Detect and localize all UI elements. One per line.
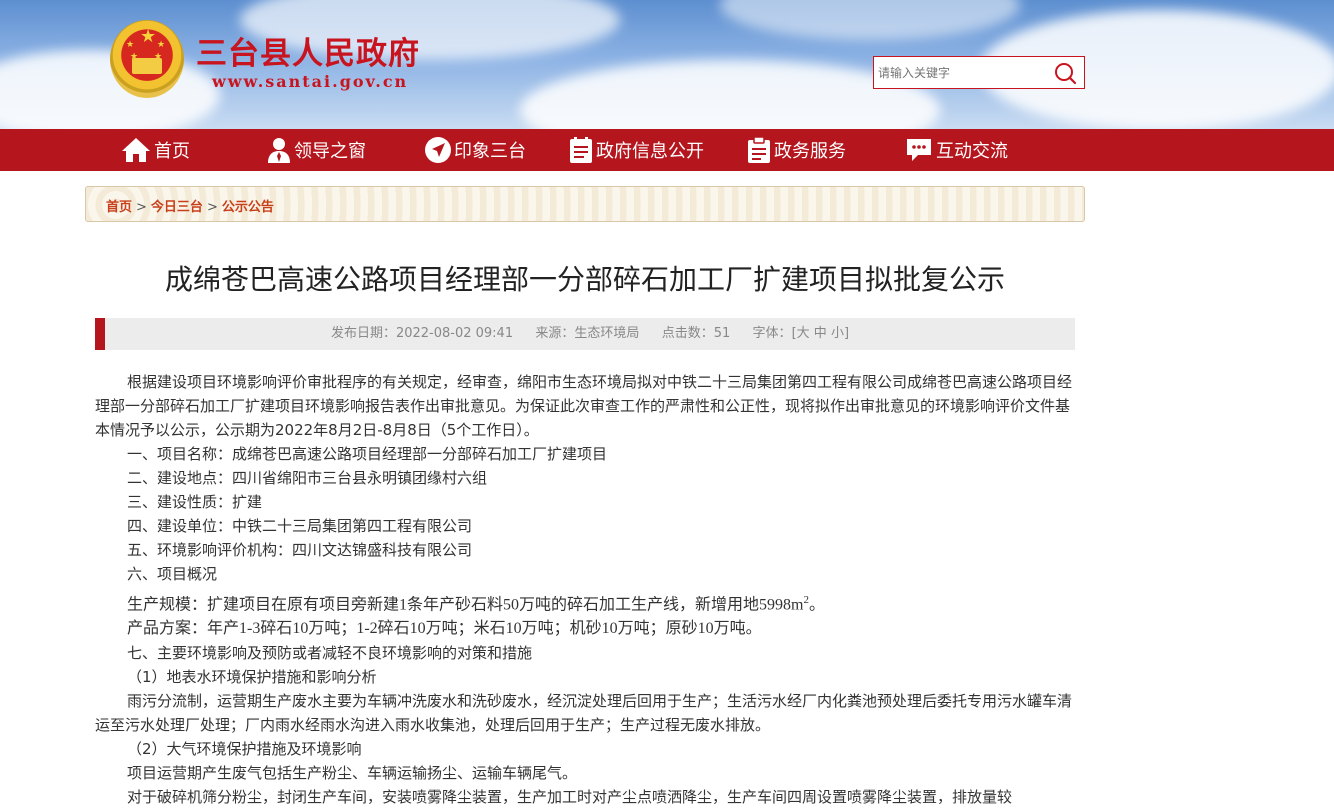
nav-item-services[interactable]: 政务服务: [746, 129, 846, 171]
item-location: 二、建设地点：四川省绵阳市三台县永明镇团缘村六组: [127, 469, 488, 487]
nav-item-label: 领导之窗: [294, 141, 366, 162]
nav-item-interaction[interactable]: 互动交流: [904, 129, 1008, 171]
publish-date: 2022-08-02 09:41: [395, 326, 514, 341]
item-builder: 四、建设单位：中铁二十三局集团第四工程有限公司: [127, 517, 473, 535]
production-scale: 生产规模：扩建项目在原有项目旁新建1条年产砂石料50万吨的碎石加工生产线，新增用…: [95, 588, 1075, 617]
breadcrumb: 首页 > 今日三台 > 公示公告: [85, 186, 1085, 222]
cloud-decoration: [720, 0, 1020, 40]
nav-item-gov-info[interactable]: 政府信息公开: [568, 129, 704, 171]
user-icon: [268, 138, 290, 163]
font-size-medium[interactable]: 中: [814, 326, 827, 341]
breadcrumb-today-link[interactable]: 今日三台: [151, 200, 203, 215]
nav-item-home[interactable]: 首页: [120, 129, 190, 171]
subsection-water-heading: （1）地表水环境保护措施和影响分析: [127, 668, 377, 687]
hits-value: 51: [713, 326, 731, 341]
header-banner: ★ ★ ★ ★ ★ 三台县人民政府 www.santai.gov.cn: [0, 0, 1334, 129]
section-seven-heading: 七、主要环境影响及预防或者减轻不良环境影响的对策和措施: [127, 644, 533, 663]
send-icon: [425, 137, 451, 163]
breadcrumb-home-link[interactable]: 首页: [106, 200, 132, 215]
search-icon: [1055, 63, 1077, 85]
font-size-large[interactable]: 大: [797, 326, 810, 341]
production-scale-text: 生产规模：扩建项目在原有项目旁新建1条年产砂石料50万吨的碎石加工生产线，新增用…: [127, 596, 804, 614]
home-icon: [122, 138, 150, 162]
breadcrumb-trail: 首页 > 今日三台 > 公示公告: [106, 196, 274, 215]
nav-item-leaders[interactable]: 领导之窗: [266, 129, 366, 171]
production-scale-end: 。: [808, 596, 825, 614]
site-title[interactable]: 三台县人民政府: [196, 28, 420, 73]
nav-item-label: 政务服务: [774, 141, 846, 162]
nav-item-label: 互动交流: [936, 141, 1008, 162]
search-box: [873, 56, 1085, 89]
product-plan: 产品方案：年产1-3碎石10万吨；1-2碎石10万吨；米石10万吨；机砂10万吨…: [127, 620, 762, 638]
nav-item-label: 首页: [154, 141, 190, 162]
hits-label: 点击数：: [661, 326, 714, 341]
breadcrumb-notice-link[interactable]: 公示公告: [222, 200, 274, 215]
breadcrumb-separator: >: [136, 200, 147, 215]
article-meta-bar: 发布日期：2022-08-02 09:41 来源：生态环境局 点击数：51 字体…: [95, 318, 1075, 350]
subsection-water-body: 雨污分流制，运营期生产废水主要为车辆冲洗废水和洗砂废水，经沉淀处理后回用于生产；…: [95, 692, 1073, 735]
font-size-small[interactable]: 小: [831, 326, 844, 341]
item-nature: 三、建设性质：扩建: [127, 493, 263, 511]
article-title: 成绵苍巴高速公路项目经理部一分部碎石加工厂扩建项目拟批复公示: [164, 263, 1005, 296]
main-nav: 首页 领导之窗 印象三台 政府信息公开 政务服务 互动交流: [0, 129, 1334, 171]
item-name: 一、项目名称：成绵苍巴高速公路项目经理部一分部碎石加工厂扩建项目: [127, 445, 608, 463]
subsection-air-more: 对于破碎机筛分粉尘，封闭生产车间，安装喷雾降尘装置，生产加工时对产尘点喷洒降尘，…: [127, 788, 1013, 807]
subsection-air-heading: （2）大气环境保护措施及环境影响: [127, 740, 362, 759]
font-size-label: 字体：: [752, 326, 792, 341]
source-label: 来源：: [535, 326, 575, 341]
nav-item-impression[interactable]: 印象三台: [424, 129, 526, 171]
article-body: 根据建设项目环境影响评价审批程序的有关规定，经审查，绵阳市生态环境局拟对中铁二十…: [95, 370, 1075, 809]
clipboard-icon: [748, 136, 770, 163]
intro-paragraph: 根据建设项目环境影响评价审批程序的有关规定，经审查，绵阳市生态环境局拟对中铁二十…: [95, 373, 1073, 439]
item-overview: 六、项目概况: [127, 565, 218, 583]
publish-date-label: 发布日期：: [330, 326, 396, 341]
document-icon: [570, 137, 592, 163]
national-emblem-logo: ★ ★ ★ ★ ★: [110, 20, 184, 98]
item-eia-agency: 五、环境影响评价机构：四川文达锦盛科技有限公司: [127, 541, 473, 559]
nav-item-label: 印象三台: [454, 141, 526, 162]
search-input[interactable]: [878, 61, 1046, 84]
breadcrumb-separator: >: [206, 200, 218, 215]
site-url: www.santai.gov.cn: [212, 72, 409, 91]
source-value: 生态环境局: [574, 326, 640, 341]
subsection-air-body: 项目运营期产生废气包括生产粉尘、车辆运输扬尘、运输车辆尾气。: [127, 764, 578, 783]
bracket-close: ]: [843, 326, 850, 341]
search-button[interactable]: [1052, 61, 1078, 85]
chat-icon: [907, 139, 931, 161]
nav-item-label: 政府信息公开: [596, 141, 704, 162]
